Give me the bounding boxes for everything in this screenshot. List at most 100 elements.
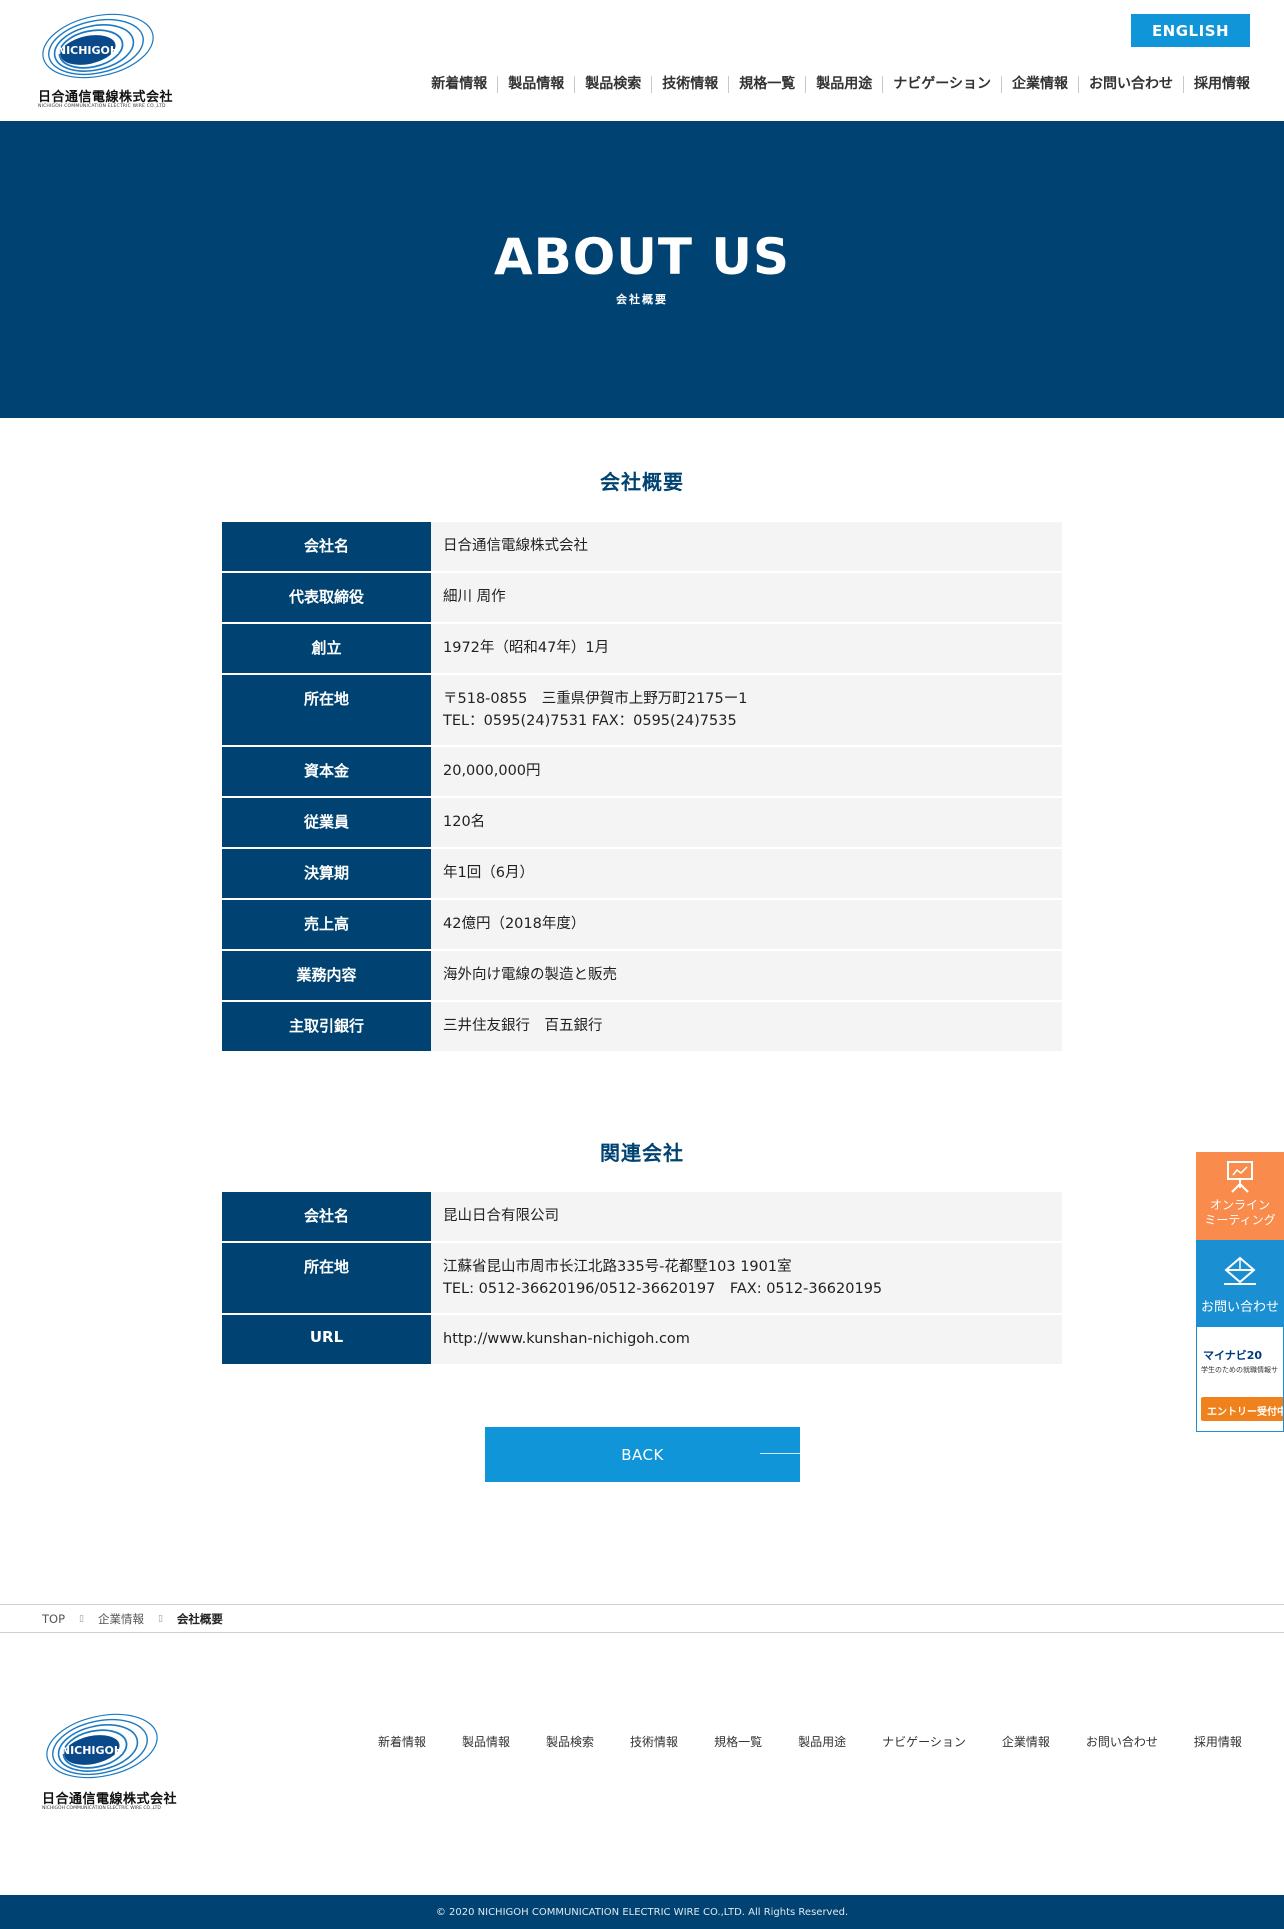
nav-item-products[interactable]: 製品情報 [498,75,574,93]
related-title: 関連会社 [600,1141,684,1165]
mynavi-tagline: 学生のための就職情報サ [1201,1366,1278,1374]
related-row-value: 昆山日合有限公司 [431,1192,1062,1241]
site-logo[interactable]: NICHIGOH 日合通信電線株式会社 NICHIGOH COMMUNICATI… [36,10,173,110]
envelope-icon [1224,1256,1256,1285]
contact-button[interactable]: お問い合わせ [1196,1240,1284,1326]
related-row-value-line: 江蘇省昆山市周市长江北路335号-花都墅103 1901室 [443,1259,792,1275]
page-subtitle: 会社概要 [616,293,668,306]
footer-nav-product-search[interactable]: 製品検索 [546,1733,594,1750]
overview-row-label: 所在地 [222,675,431,745]
overview-row-label: 創立 [222,624,431,673]
nav-item-product-search[interactable]: 製品検索 [575,75,651,93]
nav-item-navigation[interactable]: ナビゲーション [883,75,1001,93]
related-row-label: 会社名 [222,1192,431,1241]
footer-nav-technical[interactable]: 技術情報 [630,1733,678,1750]
footer-nav-recruit[interactable]: 採用情報 [1194,1733,1242,1750]
overview-row-value: 1972年（昭和47年）1月 [431,624,1062,673]
logo-brand-text: NICHIGOH [57,44,119,57]
footer-logo-company-jp: 日合通信電線株式会社 [42,1792,178,1807]
nav-item-technical[interactable]: 技術情報 [652,75,728,93]
overview-row-label: 業務内容 [222,951,431,1000]
overview-row: 業務内容 海外向け電線の製造と販売 [222,951,1062,1002]
footer-logo-brand-text: NICHIGOH [61,1744,123,1757]
overview-row: 会社名 日合通信電線株式会社 [222,522,1062,573]
online-label-2: ミーティング [1204,1213,1276,1227]
footer-nav-applications[interactable]: 製品用途 [798,1733,846,1750]
related-row-value: http://www.kunshan-nichigoh.com [431,1315,1062,1364]
related-row-value: 江蘇省昆山市周市长江北路335号-花都墅103 1901室 TEL: 0512-3… [431,1243,1062,1313]
overview-row: 従業員 120名 [222,798,1062,849]
hero-banner: ABOUT US 会社概要 [0,121,1284,418]
side-widget: オンライン ミーティング お問い合わせ マイナビ20 学生のための就職情報サ エ… [1196,1152,1284,1432]
overview-row-value-line: 細川 周作 [443,589,506,605]
overview-row: 資本金 20,000,000円 [222,747,1062,798]
overview-row-value-line: 20,000,000円 [443,763,541,779]
nav-item-standards[interactable]: 規格一覧 [729,75,805,93]
overview-row-value: 海外向け電線の製造と販売 [431,951,1062,1000]
overview-row-value-line: 〒518-0855 三重県伊賀市上野万町2175ー1 [443,691,748,707]
contact-label: お問い合わせ [1200,1300,1279,1315]
related-row: 会社名 昆山日合有限公司 [222,1192,1062,1243]
overview-row-label: 資本金 [222,747,431,796]
english-button[interactable]: ENGLISH [1131,14,1250,47]
overview-row-label: 代表取締役 [222,573,431,622]
overview-row: 代表取締役 細川 周作 [222,573,1062,624]
overview-row-label: 売上高 [222,900,431,949]
breadcrumb-current: 会社概要 [176,1611,223,1626]
overview-row: 主取引銀行 三井住友銀行 百五銀行 [222,1002,1062,1053]
overview-row-value: 年1回（6月） [431,849,1062,898]
logo-company-jp: 日合通信電線株式会社 [38,90,174,105]
nav-item-company[interactable]: 企業情報 [1002,75,1078,93]
breadcrumb-separator-icon: ▯ [157,1613,163,1624]
arrow-line-icon [760,1453,800,1454]
nav-item-news[interactable]: 新着情報 [421,75,497,93]
nav-item-recruit[interactable]: 採用情報 [1184,75,1260,93]
overview-row-value: 日合通信電線株式会社 [431,522,1062,571]
related-row: URL http://www.kunshan-nichigoh.com [222,1315,1062,1366]
footer-nav-company[interactable]: 企業情報 [1002,1733,1050,1750]
overview-title: 会社概要 [600,470,684,494]
footer-logo-company-en: NICHIGOH COMMUNICATION ELECTRIC WIRE CO.… [42,1806,161,1811]
overview-row-value: 120名 [431,798,1062,847]
overview-row-value-line: 日合通信電線株式会社 [443,538,588,554]
overview-row-value: 42億円（2018年度） [431,900,1062,949]
overview-row-value-line: 1972年（昭和47年）1月 [443,640,610,656]
nav-item-contact[interactable]: お問い合わせ [1079,75,1183,93]
footer-nav-products[interactable]: 製品情報 [462,1733,510,1750]
overview-row-label: 決算期 [222,849,431,898]
footer-nav-navigation[interactable]: ナビゲーション [882,1733,966,1750]
breadcrumb: TOP ▯ 企業情報 ▯ 会社概要 [0,1604,1284,1633]
back-button-label: BACK [621,1445,664,1464]
presentation-board-icon [1227,1161,1253,1193]
related-row-value-line: 昆山日合有限公司 [443,1208,559,1224]
overview-row-value-line: 年1回（6月） [443,865,534,881]
global-nav: 新着情報 製品情報 製品検索 技術情報 規格一覧 製品用途 ナビゲーション 企業… [421,72,1260,96]
footer-nav-contact[interactable]: お問い合わせ [1086,1733,1158,1750]
mynavi-entry-badge: エントリー受付中 [1201,1397,1283,1421]
footer-nav-standards[interactable]: 規格一覧 [714,1733,762,1750]
overview-row-value-line: 海外向け電線の製造と販売 [443,967,617,983]
footer-logo[interactable]: NICHIGOH 日合通信電線株式会社 NICHIGOH COMMUNICATI… [40,1710,177,1811]
related-row-value-line[interactable]: http://www.kunshan-nichigoh.com [443,1328,1050,1350]
mynavi-banner[interactable]: マイナビ20 学生のための就職情報サ エントリー受付中 [1196,1326,1284,1432]
overview-row-value-line: TEL：0595(24)7531 FAX：0595(24)7535 [443,713,737,729]
overview-row: 創立 1972年（昭和47年）1月 [222,624,1062,675]
online-meeting-button[interactable]: オンライン ミーティング [1196,1152,1284,1240]
logo-company-en: NICHIGOH COMMUNICATION ELECTRIC WIRE CO.… [38,104,166,109]
site-header: NICHIGOH 日合通信電線株式会社 NICHIGOH COMMUNICATI… [0,0,1284,121]
footer-nav-news[interactable]: 新着情報 [378,1733,426,1750]
overview-row-value: 細川 周作 [431,573,1062,622]
back-button[interactable]: BACK [485,1427,800,1482]
breadcrumb-top[interactable]: TOP [42,1612,65,1626]
nav-item-applications[interactable]: 製品用途 [806,75,882,93]
overview-row-label: 従業員 [222,798,431,847]
related-row-label: 所在地 [222,1243,431,1313]
page-title: ABOUT US [493,228,791,286]
logo-mark-icon: NICHIGOH [46,1713,158,1779]
related-row: 所在地 江蘇省昆山市周市长江北路335号-花都墅103 1901室 TEL: 051… [222,1243,1062,1315]
overview-row-value: 20,000,000円 [431,747,1062,796]
overview-row-value-line: 42億円（2018年度） [443,916,586,932]
online-label-1: オンライン [1209,1198,1270,1212]
related-table: 会社名 昆山日合有限公司 所在地 江蘇省昆山市周市长江北路335号-花都墅103 19… [222,1192,1062,1366]
breadcrumb-company[interactable]: 企業情報 [98,1611,144,1627]
